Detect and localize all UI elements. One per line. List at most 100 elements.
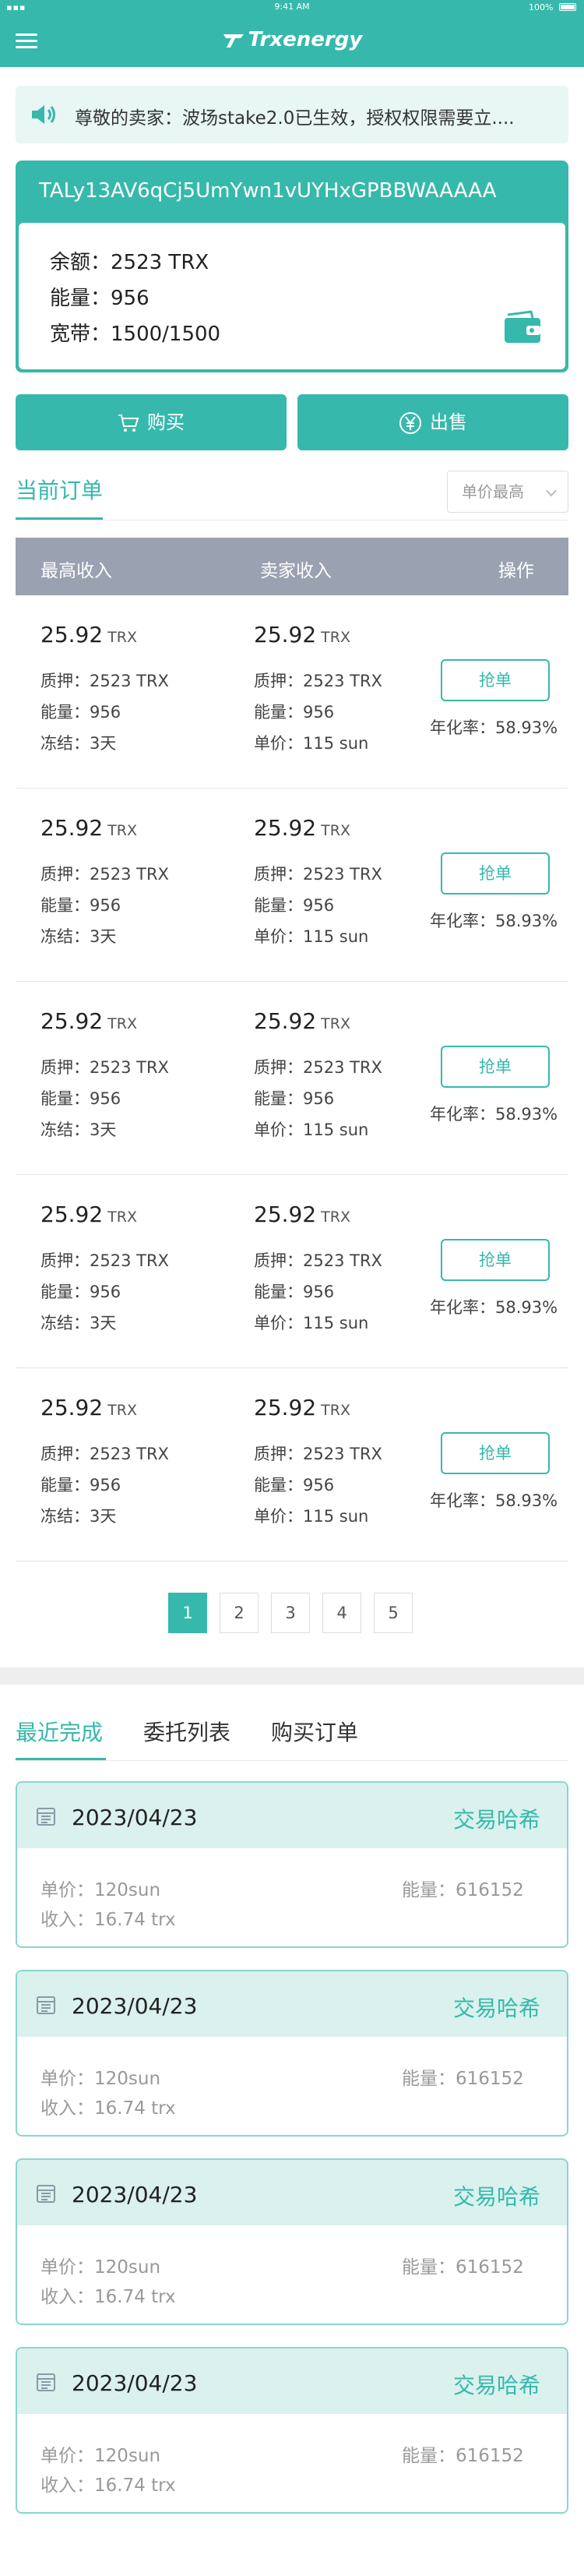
bandwidth-text: 宽带：1500/1500 — [50, 323, 221, 346]
annual-rate-text: 年化率：58.93% — [430, 1105, 558, 1124]
record-unit-price: 单价：120sun — [40, 1880, 161, 1900]
order-row: 25.92 TRX 25.92 TRX 质押：2523 TRX 能量：956 冻结：3天 质押… — [16, 982, 568, 1175]
buy-button[interactable]: 购买 — [16, 394, 287, 450]
seller-pledge-text: 质押：2523 TRX — [254, 1445, 382, 1463]
seller-energy-text: 能量：956 — [254, 1283, 335, 1301]
seller-pledge-text: 质押：2523 TRX — [254, 1251, 382, 1270]
grab-order-button[interactable]: 抢单 — [441, 1239, 550, 1281]
max-income-value: 25.92 TRX — [40, 1008, 137, 1034]
freeze-text: 冻结：3天 — [40, 927, 117, 946]
record-card: 2023/04/23 交易哈希 单价：120sun 能量：616152 收入：16.74… — [16, 2158, 568, 2325]
unit-price-text: 单价：115 sun — [254, 1507, 369, 1526]
record-card: 2023/04/23 交易哈希 单价：120sun 能量：616152 收入：16.74… — [16, 2347, 568, 2514]
logo-mark-icon — [223, 34, 244, 48]
energy-text: 能量：956 — [40, 1283, 121, 1301]
energy-text: 能量：956 — [40, 1476, 121, 1494]
max-income-value: 25.92 TRX — [40, 1202, 137, 1227]
annual-rate-text: 年化率：58.93% — [430, 912, 558, 930]
notice-banner[interactable]: 尊敬的卖家：波场stake2.0已生效，授权权限需要立.... — [16, 86, 568, 143]
cart-icon — [118, 415, 139, 432]
seller-income-value: 25.92 TRX — [254, 1395, 350, 1420]
record-card: 2023/04/23 交易哈希 单价：120sun 能量：616152 收入：16.74… — [16, 1781, 568, 1948]
grab-order-button[interactable]: 抢单 — [441, 659, 550, 701]
record-unit-price: 单价：120sun — [40, 2069, 161, 2089]
record-unit-price: 单价：120sun — [40, 2446, 161, 2466]
freeze-text: 冻结：3天 — [40, 1314, 117, 1332]
record-card: 2023/04/23 交易哈希 单价：120sun 能量：616152 收入：16.74… — [16, 1970, 568, 2137]
page-button-2[interactable]: 2 — [220, 1593, 259, 1633]
tx-hash-link[interactable]: 交易哈希 — [453, 1803, 540, 1834]
col-max-income: 最高收入 — [40, 561, 112, 581]
seller-income-value: 25.92 TRX — [254, 815, 350, 841]
top-nav-bar: Trxenergy — [0, 14, 584, 67]
record-unit-price: 单价：120sun — [40, 2257, 161, 2278]
unit-price-text: 单价：115 sun — [254, 1120, 369, 1139]
record-header: 2023/04/23 交易哈希 — [17, 1783, 567, 1848]
energy-text: 能量：956 — [40, 896, 121, 915]
sell-label: 出售 — [430, 411, 467, 433]
pledge-text: 质押：2523 TRX — [40, 1445, 169, 1463]
annual-rate-text: 年化率：58.93% — [430, 1298, 558, 1317]
divider — [16, 1760, 568, 1761]
seller-pledge-text: 质押：2523 TRX — [254, 1058, 382, 1077]
pledge-text: 质押：2523 TRX — [40, 1251, 169, 1270]
order-row: 25.92 TRX 25.92 TRX 质押：2523 TRX 能量：956 冻结：3天 质押… — [16, 1368, 568, 1561]
tx-hash-link[interactable]: 交易哈希 — [453, 2180, 540, 2211]
battery-indicator: 100% — [529, 2, 576, 12]
unit-price-text: 单价：115 sun — [254, 927, 369, 946]
freeze-text: 冻结：3天 — [40, 1120, 117, 1139]
grab-order-button[interactable]: 抢单 — [441, 852, 550, 895]
grab-order-button[interactable]: 抢单 — [441, 1046, 550, 1088]
page-button-3[interactable]: 3 — [271, 1593, 310, 1633]
unit-price-text: 单价：115 sun — [254, 734, 369, 753]
chevron-down-icon — [545, 485, 558, 497]
seller-energy-text: 能量：956 — [254, 703, 335, 722]
max-income-value: 25.92 TRX — [40, 815, 137, 841]
tab-current-orders[interactable]: 当前订单 — [16, 474, 103, 505]
page-button-1[interactable]: 1 — [168, 1593, 207, 1633]
tx-hash-link[interactable]: 交易哈希 — [453, 2369, 540, 2400]
max-income-value: 25.92 TRX — [40, 1395, 137, 1420]
calendar-icon — [37, 2185, 55, 2203]
status-time: 9:41 AM — [274, 2, 310, 12]
record-header: 2023/04/23 交易哈希 — [17, 1971, 567, 2037]
record-date: 2023/04/23 — [72, 1805, 198, 1830]
col-operation: 操作 — [498, 561, 534, 581]
energy-text: 能量：956 — [40, 703, 121, 722]
wallet-icon[interactable] — [503, 310, 542, 344]
tx-hash-link[interactable]: 交易哈希 — [453, 1992, 540, 2023]
buy-label: 购买 — [147, 411, 185, 433]
energy-text: 能量：956 — [50, 287, 150, 310]
seller-energy-text: 能量：956 — [254, 896, 335, 915]
record-income: 收入：16.74 trx — [40, 1910, 176, 1930]
seller-pledge-text: 质押：2523 TRX — [254, 672, 382, 690]
record-income: 收入：16.74 trx — [40, 2287, 176, 2307]
account-card: TALy13AV6qCj5UmYwn1vUYHxGPBBWAAAAA 余额：25… — [16, 161, 568, 372]
tab-purchase-orders[interactable]: 购买订单 — [271, 1716, 358, 1747]
sort-dropdown[interactable]: 单价最高 — [447, 471, 568, 513]
freeze-text: 冻结：3天 — [40, 734, 117, 753]
order-row: 25.92 TRX 25.92 TRX 质押：2523 TRX 能量：956 冻结：3天 质押… — [16, 789, 568, 982]
tab-recent-completed[interactable]: 最近完成 — [16, 1716, 103, 1747]
orders-table-header: 最高收入 卖家收入 操作 — [16, 538, 568, 595]
record-income: 收入：16.74 trx — [40, 2475, 176, 2496]
sell-button[interactable]: 出售 — [297, 394, 568, 450]
grab-order-button[interactable]: 抢单 — [441, 1432, 550, 1474]
page-button-4[interactable]: 4 — [322, 1593, 361, 1633]
seller-energy-text: 能量：956 — [254, 1089, 335, 1108]
page-button-5[interactable]: 5 — [374, 1593, 413, 1633]
record-date: 2023/04/23 — [72, 2370, 198, 2396]
record-income: 收入：16.74 trx — [40, 2098, 176, 2119]
seller-energy-text: 能量：956 — [254, 1476, 335, 1494]
calendar-icon — [37, 2373, 55, 2391]
record-header: 2023/04/23 交易哈希 — [17, 2160, 567, 2225]
speaker-icon — [32, 105, 55, 124]
record-header: 2023/04/23 交易哈希 — [17, 2348, 567, 2414]
seller-pledge-text: 质押：2523 TRX — [254, 865, 382, 884]
wallet-address: TALy13AV6qCj5UmYwn1vUYHxGPBBWAAAAA — [39, 179, 497, 203]
yen-icon — [399, 412, 421, 434]
pledge-text: 质押：2523 TRX — [40, 1058, 169, 1077]
order-row: 25.92 TRX 25.92 TRX 质押：2523 TRX 能量：956 冻结：3天 质押… — [16, 1175, 568, 1368]
brand-logo: Trxenergy — [0, 28, 584, 51]
tab-entrust-list[interactable]: 委托列表 — [143, 1716, 230, 1747]
